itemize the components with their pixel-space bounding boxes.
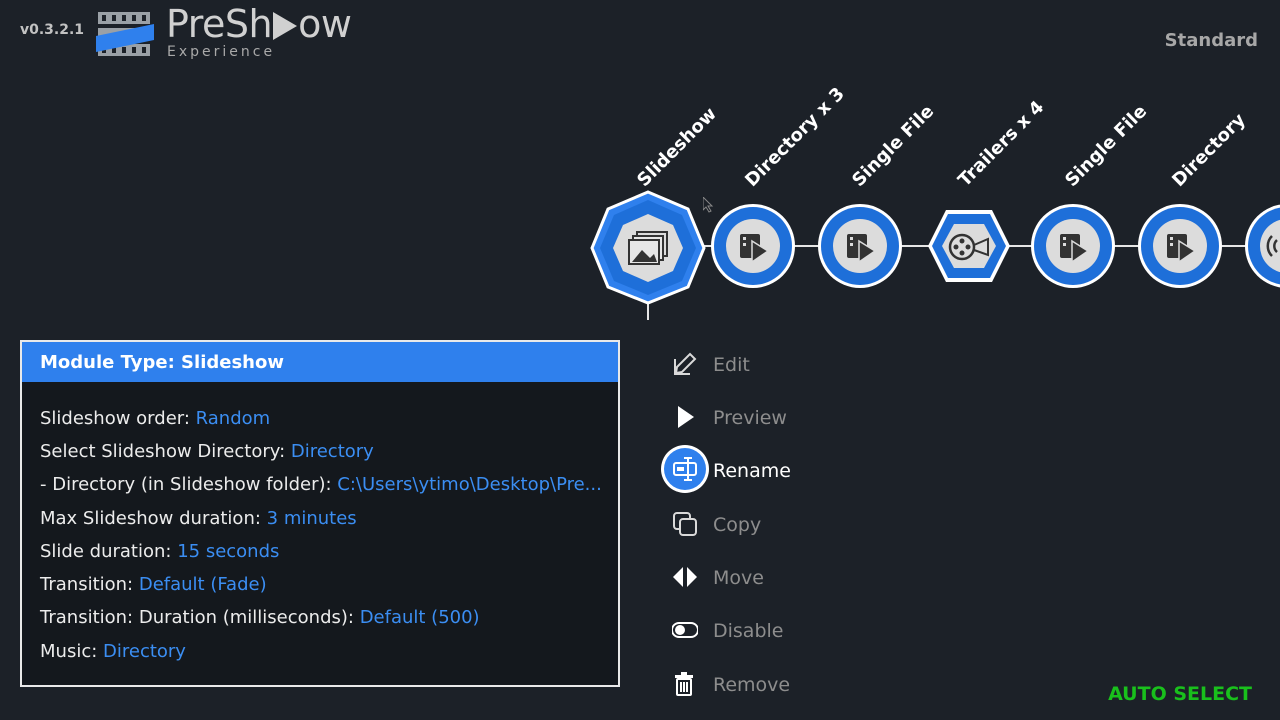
- menu-item-edit[interactable]: Edit: [664, 345, 804, 385]
- play-icon: [678, 406, 694, 428]
- info-row-max-duration: Max Slideshow duration: 3 minutes: [40, 508, 357, 529]
- timeline-node-single-file-2[interactable]: [1031, 204, 1115, 288]
- timeline-node-trailers-x4[interactable]: [928, 210, 1010, 282]
- slideshow-icon: [628, 231, 668, 265]
- menu-item-preview[interactable]: Preview: [664, 398, 804, 438]
- menu-item-disable[interactable]: Disable: [664, 611, 804, 651]
- info-row-transition-duration: Transition: Duration (milliseconds): Def…: [40, 607, 480, 628]
- info-row-directory-path: - Directory (in Slideshow folder): C:\Us…: [40, 474, 602, 495]
- edit-icon: [674, 352, 697, 375]
- menu-item-rename[interactable]: Rename: [661, 445, 804, 493]
- info-row-transition: Transition: Default (Fade): [40, 574, 267, 595]
- info-row-music: Music: Directory: [40, 641, 186, 662]
- module-info-panel: Module Type: Slideshow Slideshow order: …: [20, 340, 620, 687]
- rename-icon: [661, 445, 709, 493]
- menu-item-copy[interactable]: Copy: [664, 505, 804, 545]
- panel-title: Module Type: Slideshow: [22, 342, 618, 382]
- menu-item-move[interactable]: Move: [664, 558, 804, 598]
- trash-icon: [675, 672, 693, 696]
- timeline-node-slideshow[interactable]: [590, 190, 706, 305]
- move-icon: [673, 567, 697, 587]
- timeline-node-directory-x3[interactable]: [711, 204, 795, 288]
- toggle-icon: [672, 622, 698, 638]
- auto-select-status: AUTO SELECT: [1108, 683, 1252, 705]
- info-row-slideshow-order: Slideshow order: Random: [40, 408, 271, 429]
- info-row-slide-duration: Slide duration: 15 seconds: [40, 541, 280, 562]
- timeline-node-single-file-1[interactable]: [818, 204, 902, 288]
- timeline-node-directory[interactable]: [1138, 204, 1222, 288]
- timeline-node-audio[interactable]: [1245, 204, 1280, 288]
- info-row-slideshow-directory: Select Slideshow Directory: Directory: [40, 441, 374, 462]
- copy-icon: [673, 512, 697, 536]
- mouse-cursor-icon: [703, 197, 714, 213]
- menu-item-remove[interactable]: Remove: [664, 665, 804, 705]
